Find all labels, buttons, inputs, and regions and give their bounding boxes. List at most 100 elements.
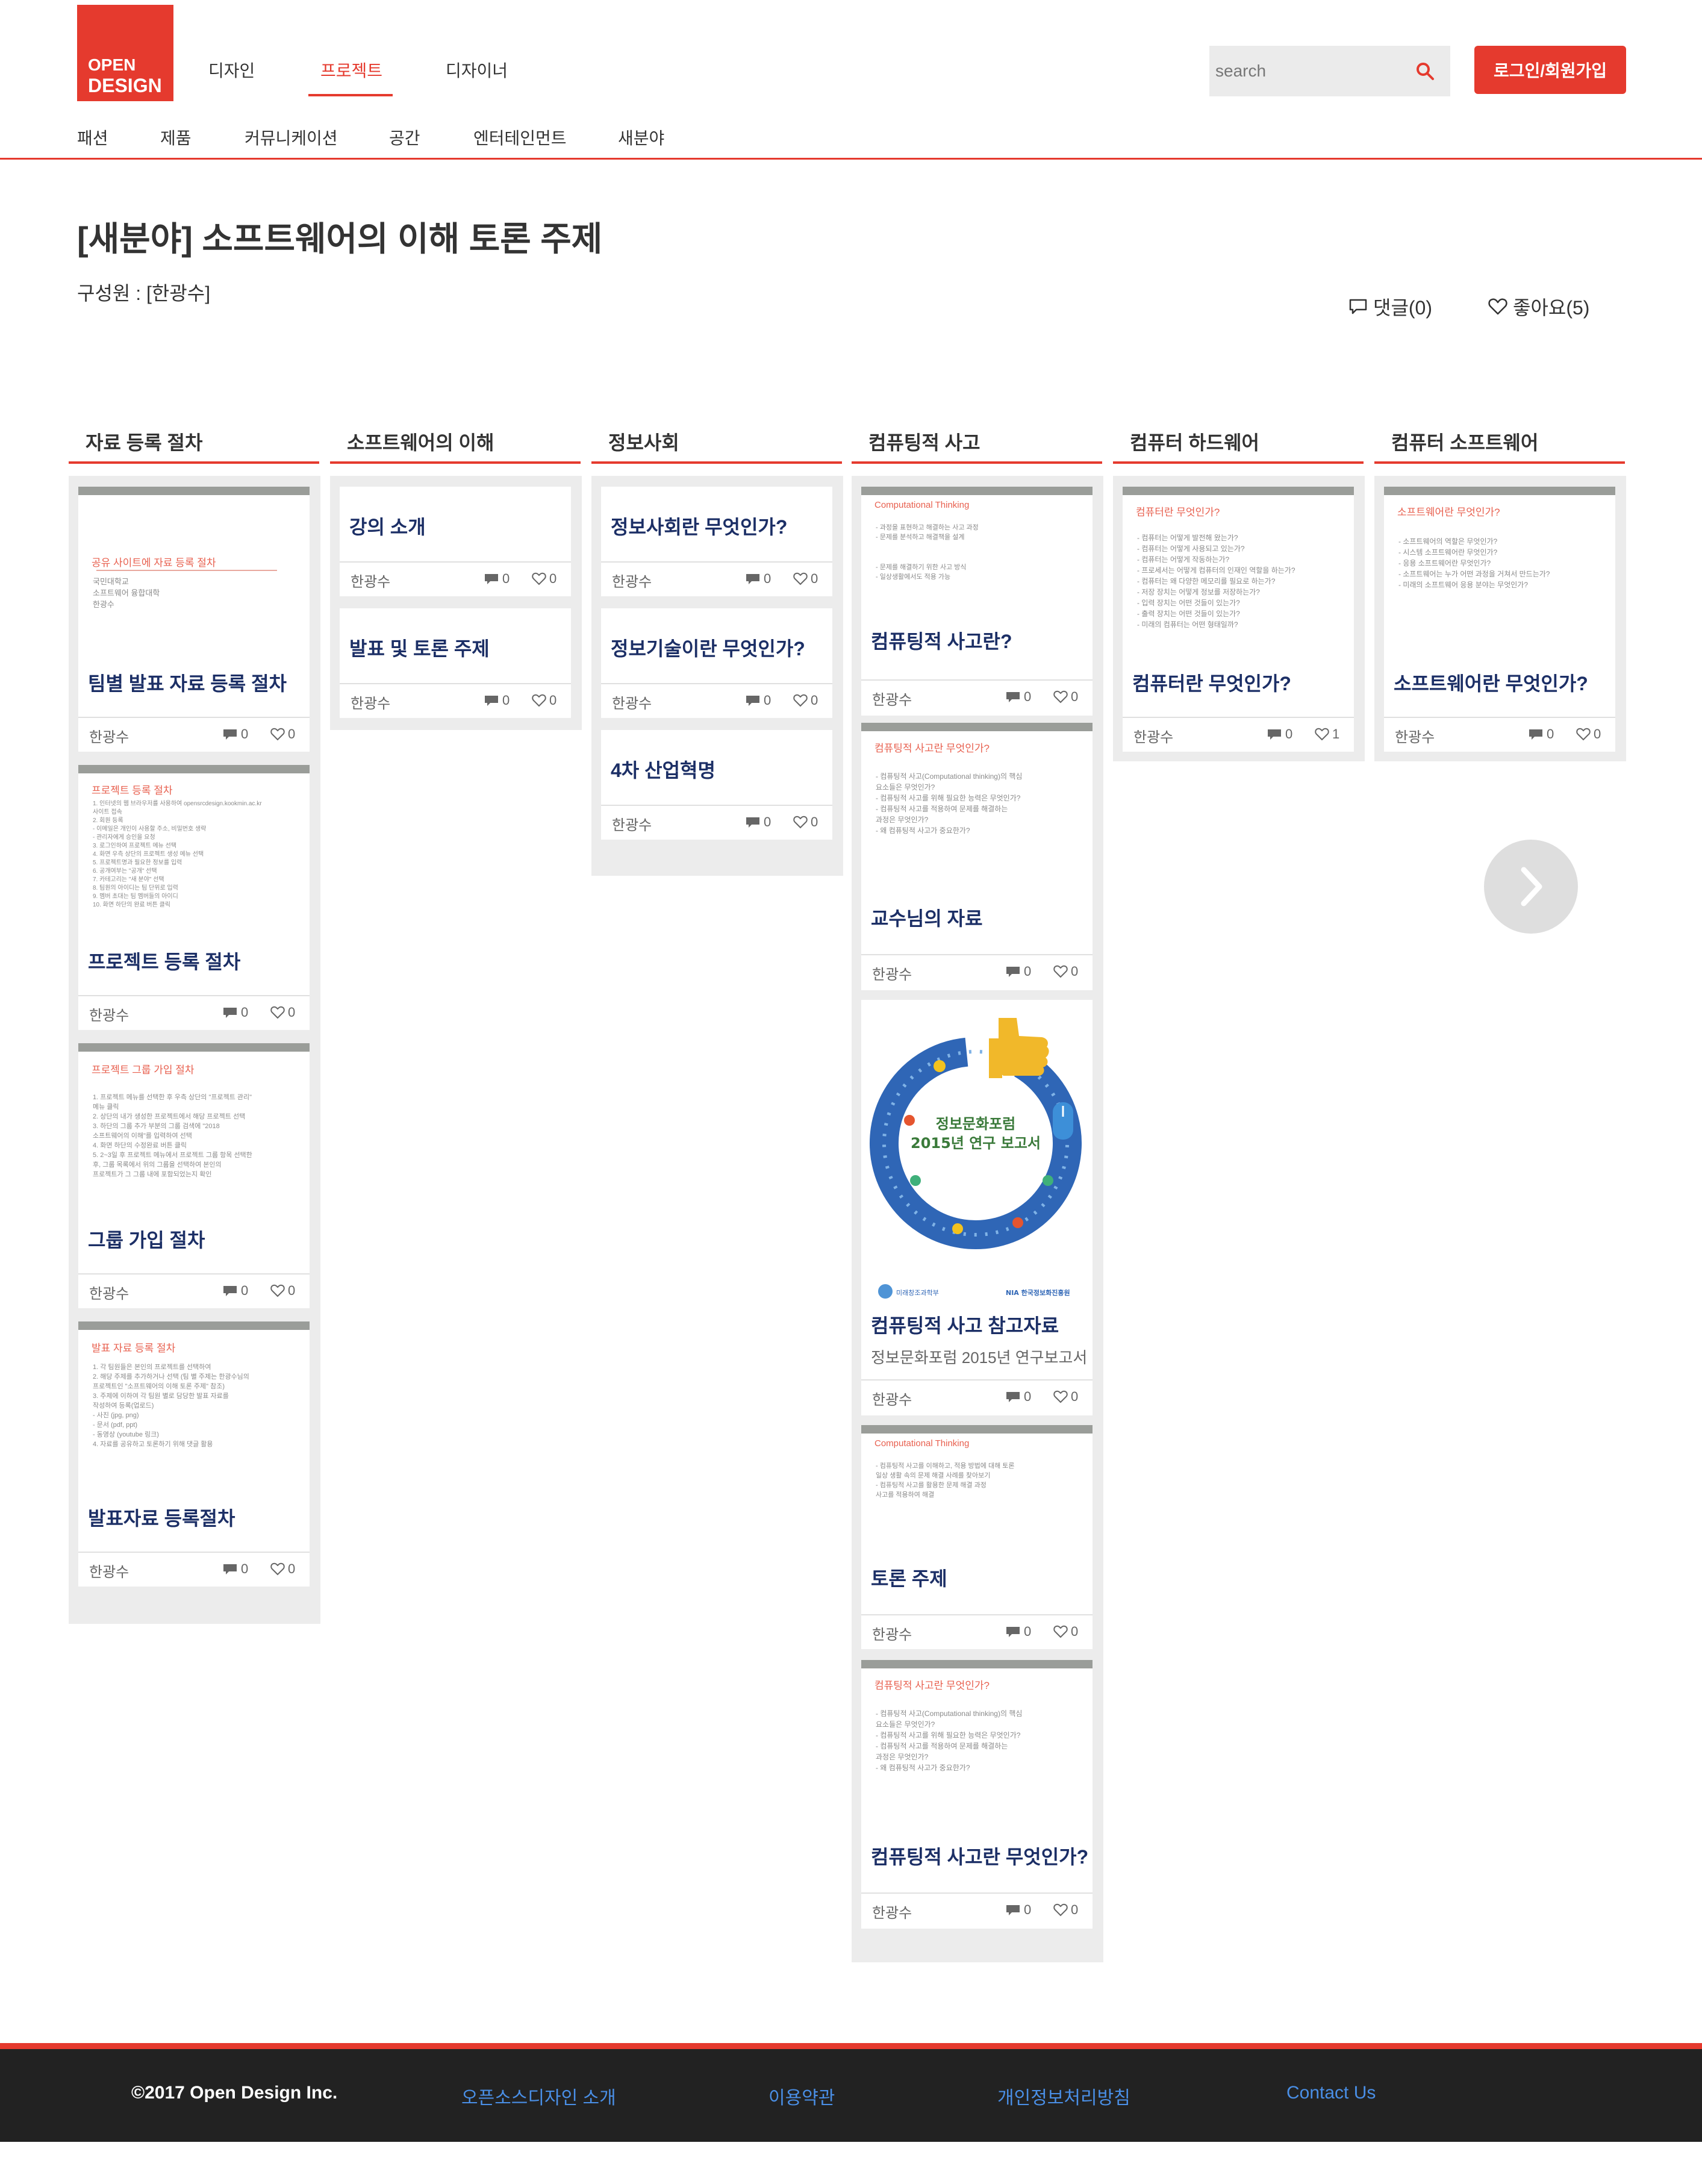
comment-count: 0 <box>1024 1389 1032 1404</box>
brand-logo[interactable]: OPEN DESIGN <box>77 5 173 101</box>
column-header-computer-software[interactable]: 컴퓨터 소프트웨어 <box>1374 425 1625 464</box>
card-what-is-information-technology[interactable]: 정보기술이란 무엇인가? 한광수 0 0 <box>601 608 832 718</box>
card-like-count[interactable]: 0 <box>1053 689 1078 705</box>
subnav-new-field[interactable]: 새분야 <box>618 125 664 149</box>
thumb-line: - 컴퓨터는 왜 다양한 메모리를 필요로 하는가? <box>1137 577 1276 585</box>
card-like-count[interactable]: 0 <box>793 693 818 708</box>
card-comment-count[interactable]: 0 <box>222 1005 248 1020</box>
thumb-line: 10. 화면 하단의 완료 버튼 클릭 <box>93 902 170 908</box>
card-title: 컴퓨팅적 사고 참고자료 <box>871 1315 1059 1337</box>
card-like-count[interactable]: 0 <box>531 693 556 708</box>
card-comment-count[interactable]: 0 <box>1005 1624 1031 1640</box>
report-cover-image: 정보문화포럼 2015년 연구 보고서 미래창조과학부 NIA 한국정보화진흥원 <box>870 1018 1082 1299</box>
card-comment-count[interactable]: 0 <box>1005 689 1031 705</box>
footer-link-privacy[interactable]: 개인정보처리방침 <box>997 2083 1130 2109</box>
column-header-understanding-software[interactable]: 소프트웨어의 이해 <box>330 425 581 464</box>
card-like-count[interactable]: 0 <box>270 1005 295 1020</box>
next-columns-button[interactable] <box>1484 840 1578 934</box>
search-input[interactable] <box>1209 46 1408 96</box>
footer-link-contact[interactable]: Contact Us <box>1286 2083 1376 2103</box>
card-what-is-computational-thinking[interactable]: 컴퓨팅적 사고란 무엇인가? - 컴퓨팅적 사고(Computational t… <box>861 1660 1093 1929</box>
card-comment-count[interactable]: 0 <box>222 726 248 742</box>
like-count: 0 <box>1071 1902 1079 1917</box>
heart-icon <box>1315 728 1329 741</box>
card-discussion-topic[interactable]: Computational Thinking - 컴퓨팅적 사고를 이해하고, … <box>861 1425 1093 1649</box>
column-header-computer-hardware[interactable]: 컴퓨터 하드웨어 <box>1113 425 1364 464</box>
card-what-is-software[interactable]: 소프트웨어란 무엇인가? - 소프트웨어의 역할은 무엇인가? - 시스템 소프… <box>1384 487 1615 752</box>
topnav-project[interactable]: 프로젝트 <box>320 58 382 82</box>
column-header-information-society[interactable]: 정보사회 <box>591 425 842 464</box>
subnav-fashion[interactable]: 패션 <box>77 125 108 149</box>
comment-icon <box>1529 729 1542 740</box>
card-comment-count[interactable]: 0 <box>1527 726 1554 742</box>
card-computational-thinking-references[interactable]: 정보문화포럼 2015년 연구 보고서 미래창조과학부 NIA 한국정보화진흥원… <box>861 1000 1093 1415</box>
subnav-entertainment[interactable]: 엔터테인먼트 <box>473 125 567 149</box>
topnav-designer[interactable]: 디자이너 <box>446 58 508 82</box>
card-like-count[interactable]: 1 <box>1314 726 1339 742</box>
heart-icon <box>1576 728 1591 741</box>
card-title: 발표 및 토론 주제 <box>349 638 490 660</box>
subnav-communication[interactable]: 커뮤니케이션 <box>245 125 338 149</box>
card-comment-count[interactable]: 0 <box>744 571 771 587</box>
card-presentation-topics[interactable]: 발표 및 토론 주제 한광수 0 0 <box>340 608 571 718</box>
card-group-join-procedure[interactable]: 프로젝트 그룹 가입 절차 1. 프로젝트 메뉴를 선택한 후 우측 상단의 "… <box>78 1043 310 1308</box>
project-comments-label: 댓글(0) <box>1373 297 1432 319</box>
card-like-count[interactable]: 0 <box>793 571 818 587</box>
card-comment-count[interactable]: 0 <box>744 814 771 830</box>
card-like-count[interactable]: 0 <box>793 814 818 830</box>
subnav-product[interactable]: 제품 <box>160 125 192 149</box>
footer-link-about[interactable]: 오픈소스디자인 소개 <box>461 2083 616 2109</box>
slide-header-bar <box>861 1660 1093 1668</box>
card-what-is-computer[interactable]: 컴퓨터란 무엇인가? - 컴퓨터는 어떻게 발전해 왔는가? - 컴퓨터는 어떻… <box>1123 487 1354 752</box>
card-like-count[interactable]: 0 <box>1053 1389 1078 1405</box>
column-header-registration[interactable]: 자료 등록 절차 <box>69 425 319 464</box>
card-professor-materials[interactable]: 컴퓨팅적 사고란 무엇인가? - 컴퓨팅적 사고(Computational t… <box>861 723 1093 990</box>
thumb-line: 소프트웨어 융합대학 <box>93 588 160 597</box>
card-computational-thinking-intro[interactable]: Computational Thinking - 과정을 표현하고 해결하는 사… <box>861 487 1093 716</box>
card-what-is-information-society[interactable]: 정보사회란 무엇인가? 한광수 0 0 <box>601 487 832 596</box>
card-like-count[interactable]: 0 <box>531 571 556 587</box>
card-fourth-industrial-revolution[interactable]: 4차 산업혁명 한광수 0 0 <box>601 730 832 840</box>
card-comment-count[interactable]: 0 <box>1005 1389 1031 1405</box>
card-like-count[interactable]: 0 <box>1053 1624 1078 1640</box>
card-like-count[interactable]: 0 <box>1053 964 1078 979</box>
like-count: 0 <box>549 571 557 586</box>
card-comment-count[interactable]: 0 <box>483 571 510 587</box>
card-presentation-upload-procedure[interactable]: 발표 자료 등록 절차 1. 각 팀원들은 본인의 프로젝트를 선택하여 2. … <box>78 1321 310 1587</box>
card-comment-count[interactable]: 0 <box>1005 964 1031 979</box>
comment-icon <box>1006 1627 1020 1637</box>
card-like-count[interactable]: 0 <box>1053 1902 1078 1918</box>
project-likes[interactable]: 좋아요(5) <box>1488 293 1589 320</box>
heart-icon <box>270 1284 285 1297</box>
card-comment-count[interactable]: 0 <box>1005 1902 1031 1918</box>
thumb-line: 1. 인터넷의 웹 브라우저를 사용하여 opensrcdesign.kookm… <box>93 800 262 807</box>
card-comment-count[interactable]: 0 <box>222 1283 248 1299</box>
topnav-design[interactable]: 디자인 <box>208 58 255 82</box>
card-meta: 한광수 0 0 <box>861 679 1093 716</box>
column-header-computational-thinking[interactable]: 컴퓨팅적 사고 <box>852 425 1102 464</box>
like-count: 0 <box>1071 964 1079 979</box>
card-author: 한광수 <box>872 1905 912 1921</box>
comment-icon <box>746 574 759 584</box>
card-comment-count[interactable]: 0 <box>744 693 771 708</box>
topnav-active-indicator <box>308 94 393 96</box>
comment-count: 0 <box>1024 1902 1032 1917</box>
card-like-count[interactable]: 0 <box>270 1283 295 1299</box>
card-like-count[interactable]: 0 <box>270 1561 295 1577</box>
footer-link-terms[interactable]: 이용약관 <box>768 2083 835 2109</box>
project-comments[interactable]: 댓글(0) <box>1348 293 1432 320</box>
login-signup-button[interactable]: 로그인/회원가입 <box>1474 46 1626 94</box>
card-comment-count[interactable]: 0 <box>222 1561 248 1577</box>
card-project-registration-procedure[interactable]: 프로젝트 등록 절차 1. 인터넷의 웹 브라우저를 사용하여 opensrcd… <box>78 765 310 1030</box>
subnav-space[interactable]: 공간 <box>389 125 420 149</box>
card-comment-count[interactable]: 0 <box>1266 726 1292 742</box>
card-like-count[interactable]: 0 <box>1576 726 1601 742</box>
card-author: 한광수 <box>351 574 391 590</box>
card-like-count[interactable]: 0 <box>270 726 295 742</box>
card-team-presentation-procedure[interactable]: 공유 사이트에 자료 등록 절차 국민대학교 소프트웨어 융합대학 한광수 팀별… <box>78 487 310 752</box>
card-comment-count[interactable]: 0 <box>483 693 510 708</box>
search-icon[interactable] <box>1415 61 1435 81</box>
card-thumbnail: 소프트웨어란 무엇인가? - 소프트웨어의 역할은 무엇인가? - 시스템 소프… <box>1384 487 1615 667</box>
footer: ©2017 Open Design Inc. 오픈소스디자인 소개 이용약관 개… <box>0 2049 1702 2142</box>
card-course-intro[interactable]: 강의 소개 한광수 0 0 <box>340 487 571 596</box>
